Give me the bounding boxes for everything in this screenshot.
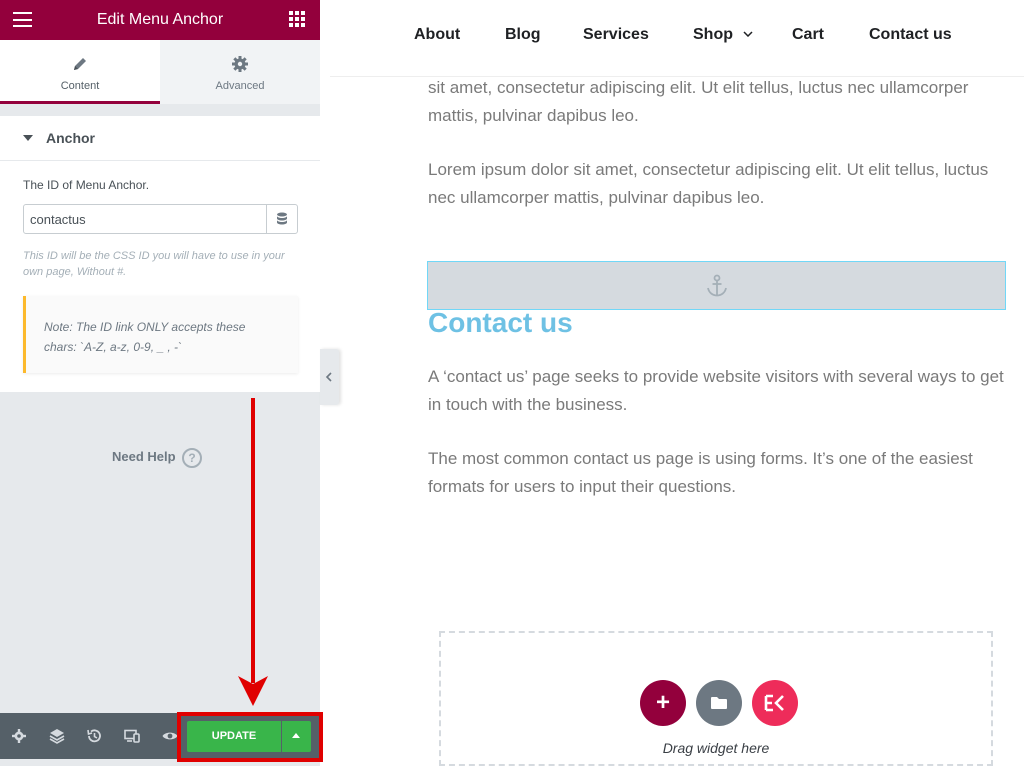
layers-icon[interactable] [48,727,66,745]
pencil-icon [74,58,86,70]
tab-content[interactable]: Content [0,40,160,104]
drag-widget-hint: Drag widget here [662,740,770,756]
panel-header: Edit Menu Anchor [0,0,320,40]
plus-icon: + [655,689,670,716]
paragraph-4: The most common contact us page is using… [428,449,973,496]
chevron-down-icon [743,31,753,37]
tab-advanced[interactable]: Advanced [160,40,320,104]
dynamic-tags-button[interactable] [266,205,297,233]
grid-icon[interactable] [289,11,305,27]
panel-collapse-toggle[interactable] [320,349,339,405]
anchor-section: Anchor The ID of Menu Anchor. This ID wi… [0,116,320,392]
editor-panel: Edit Menu Anchor Content Advanced Anchor… [0,0,320,766]
note-text: Note: The ID link ONLY accepts these cha… [44,320,246,354]
annotation-arrow [238,398,268,706]
elementskit-icon [764,694,784,712]
tab-content-label: Content [60,80,100,92]
section-title: Anchor [46,130,95,146]
paragraph-1: sit amet, consectetur adipiscing elit. U… [428,78,969,125]
history-icon[interactable] [85,727,103,745]
annotation-highlight-box [177,712,323,762]
gear-icon [232,56,248,72]
anchor-icon [707,274,727,297]
question-circle-icon[interactable]: ? [182,448,202,468]
settings-icon[interactable] [10,727,28,745]
paragraph-2: Lorem ipsum dolor sit amet, consectetur … [428,160,989,207]
note-box: Note: The ID link ONLY accepts these cha… [23,296,298,373]
add-template-button[interactable] [696,680,742,726]
elementskit-button[interactable] [752,680,798,726]
contact-heading: Contact us [428,307,573,338]
section-toggle[interactable]: Anchor [0,116,320,161]
folder-icon [711,697,727,709]
database-icon [277,212,287,225]
tab-advanced-label: Advanced [215,80,265,92]
nav-item-shop-label: Shop [693,26,733,43]
nav-item-about[interactable]: About [414,26,460,44]
nav-item-contact[interactable]: Contact us [869,26,952,44]
anchor-id-input[interactable] [24,205,267,233]
help-text: This ID will be the CSS ID you will have… [23,250,285,278]
chevron-left-icon [325,372,332,382]
field-label: The ID of Menu Anchor. [23,178,150,192]
add-section-button[interactable]: + [640,680,686,726]
nav-item-services[interactable]: Services [583,26,649,44]
caret-down-icon [23,135,33,141]
paragraph-3: A ‘contact us’ page seeks to provide web… [428,367,1004,414]
panel-title: Edit Menu Anchor [96,11,224,28]
nav-item-blog[interactable]: Blog [505,26,541,44]
menu-anchor-widget[interactable] [427,261,1006,310]
panel-tabs: Content Advanced [0,40,320,104]
site-nav: About Blog Services Shop Cart Contact us [330,0,1024,77]
need-help-link[interactable]: Need Help [112,449,176,464]
nav-item-cart[interactable]: Cart [792,26,824,44]
nav-item-shop[interactable]: Shop [693,26,753,44]
responsive-icon[interactable] [123,727,141,745]
anchor-id-field [23,204,298,234]
